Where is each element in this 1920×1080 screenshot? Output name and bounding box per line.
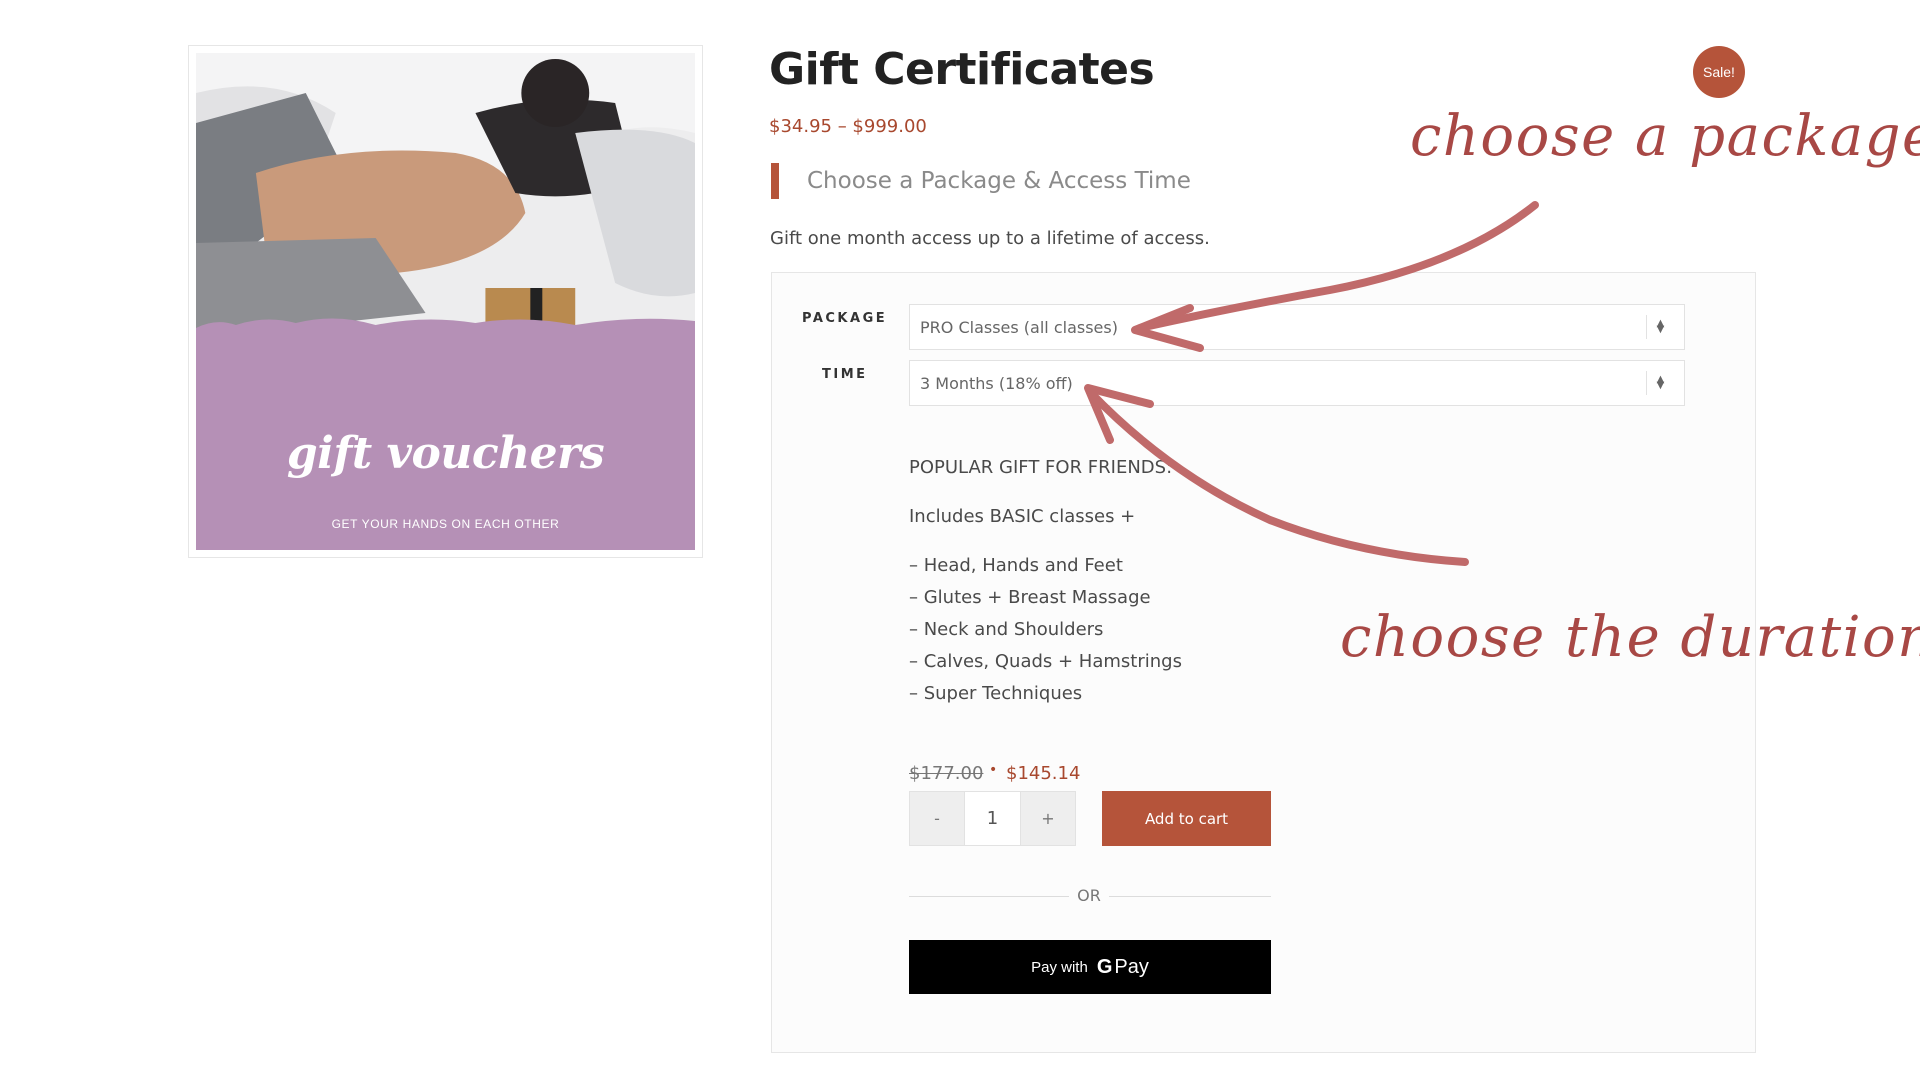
list-item: – Neck and Shoulders <box>909 619 1104 640</box>
annotation-choose-duration: choose the duration <box>1340 605 1920 670</box>
select-arrows-icon: ▲ ▼ <box>1646 371 1674 395</box>
sale-badge: Sale! <box>1693 46 1745 98</box>
list-item: – Super Techniques <box>909 683 1083 704</box>
variation-heading: POPULAR GIFT FOR FRIENDS: <box>909 457 1173 478</box>
package-select[interactable]: PRO Classes (all classes) ▲ ▼ <box>909 304 1685 350</box>
google-pay-button[interactable]: Pay with G Pay <box>909 940 1271 994</box>
product-image-frame[interactable]: gift vouchers GET YOUR HANDS ON EACH OTH… <box>188 45 703 558</box>
variation-intro: Includes BASIC classes + <box>909 506 1136 527</box>
google-g-icon: G <box>1096 955 1113 978</box>
list-item: – Calves, Quads + Hamstrings <box>909 651 1182 672</box>
annotation-choose-package: choose a package <box>1410 104 1920 169</box>
list-item: – Glutes + Breast Massage <box>909 587 1151 608</box>
select-arrows-icon: ▲ ▼ <box>1646 315 1674 339</box>
massage-photo <box>196 53 695 338</box>
product-title: Gift Certificates <box>769 44 1155 95</box>
time-label: TIME <box>822 367 868 382</box>
or-divider-left <box>909 896 1069 897</box>
price-range: $34.95 – $999.00 <box>769 116 927 137</box>
sale-price: $145.14 <box>1006 763 1081 784</box>
quantity-input[interactable]: 1 <box>965 791 1020 846</box>
time-select[interactable]: 3 Months (18% off) ▲ ▼ <box>909 360 1685 406</box>
quantity-increase-button[interactable]: + <box>1020 791 1076 846</box>
time-select-value: 3 Months (18% off) <box>920 373 1073 393</box>
quantity-decrease-button[interactable]: - <box>909 791 965 846</box>
or-divider-label: OR <box>1077 886 1101 905</box>
add-to-cart-button[interactable]: Add to cart <box>1102 791 1271 846</box>
package-label: PACKAGE <box>802 311 888 326</box>
old-price: $177.00 <box>909 763 984 784</box>
list-item: – Head, Hands and Feet <box>909 555 1123 576</box>
or-divider-right <box>1109 896 1271 897</box>
gpay-pay-label: Pay <box>1114 955 1149 978</box>
section-heading: Choose a Package & Access Time <box>771 163 1191 199</box>
voucher-title: gift vouchers <box>286 428 605 479</box>
short-description: Gift one month access up to a lifetime o… <box>770 228 1210 249</box>
voucher-subtitle: GET YOUR HANDS ON EACH OTHER <box>331 517 560 531</box>
price-separator-icon: • <box>989 762 998 778</box>
gpay-label: Pay with <box>1031 958 1088 976</box>
package-select-value: PRO Classes (all classes) <box>920 317 1118 337</box>
product-image[interactable]: gift vouchers GET YOUR HANDS ON EACH OTH… <box>196 53 695 550</box>
